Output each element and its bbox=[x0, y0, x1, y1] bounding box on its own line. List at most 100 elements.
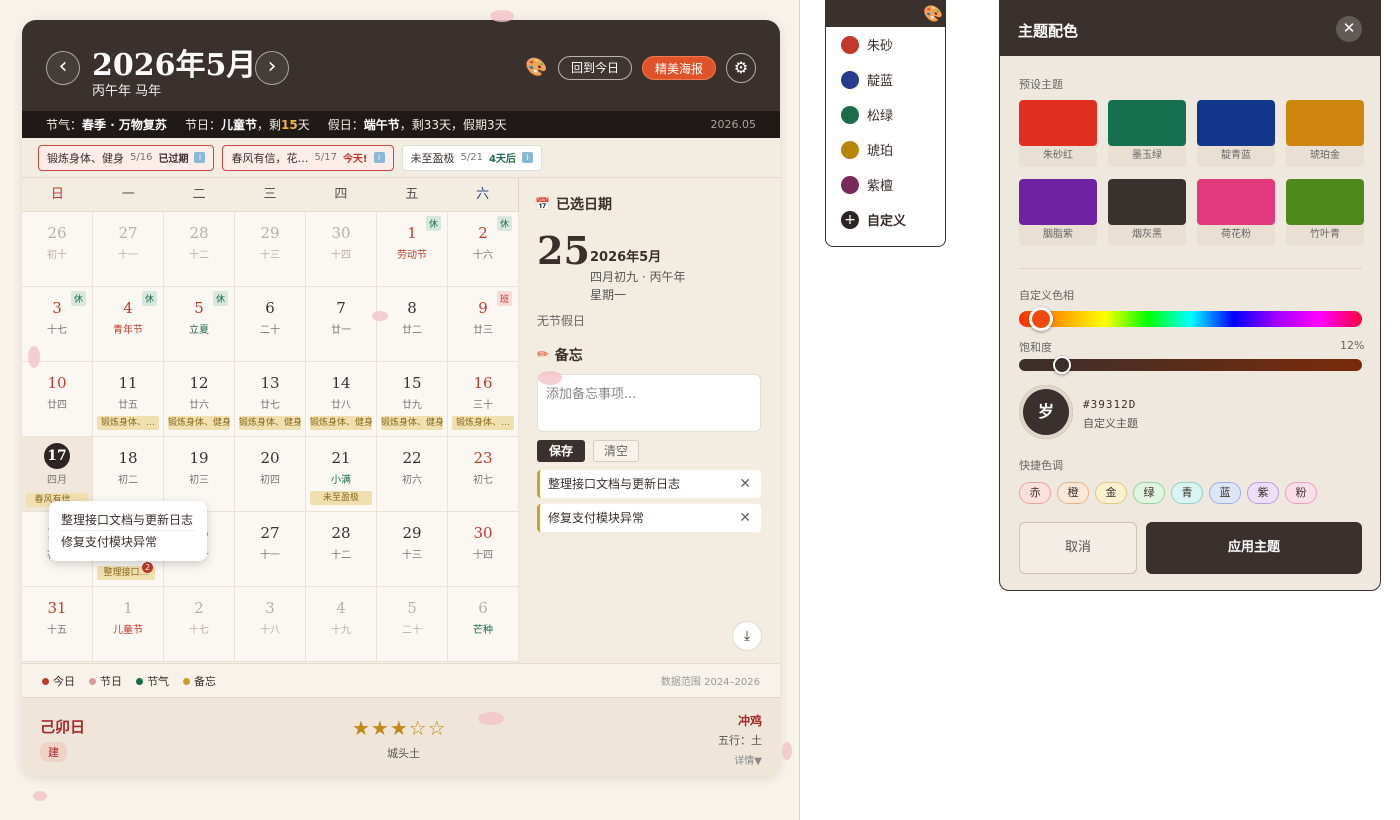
day-cell[interactable]: 13 廿七 锻炼身体、健身 bbox=[235, 362, 306, 437]
preset-swatch[interactable]: 琥珀金 bbox=[1286, 100, 1364, 167]
hue-slider-handle[interactable] bbox=[1029, 307, 1053, 331]
memo-chip[interactable]: 锻炼身体、健身 5/16 已过期 i bbox=[38, 144, 215, 171]
memo-item[interactable]: 整理接口文档与更新日志 ✕ bbox=[537, 470, 761, 498]
day-cell[interactable]: 3 十八 bbox=[235, 587, 306, 662]
prev-month-button[interactable]: ‹ bbox=[46, 51, 80, 85]
memo-tag[interactable]: 锻炼身体、健身 bbox=[239, 416, 301, 430]
memo-tag[interactable]: 锻炼身体、健身 bbox=[310, 416, 372, 430]
download-icon[interactable]: ⤓ bbox=[732, 621, 762, 651]
quick-tone-chip[interactable]: 紫 bbox=[1247, 482, 1279, 504]
save-button[interactable]: 保存 bbox=[537, 440, 585, 462]
back-to-today-button[interactable]: 回到今日 bbox=[558, 56, 632, 80]
memo-tag[interactable]: 锻炼身体、… bbox=[97, 416, 159, 430]
info-icon[interactable]: i bbox=[194, 152, 206, 163]
day-cell[interactable]: 6 二十 bbox=[235, 287, 306, 362]
preset-swatch[interactable]: 胭脂紫 bbox=[1019, 179, 1097, 246]
quick-tone-chip[interactable]: 绿 bbox=[1133, 482, 1165, 504]
day-cell[interactable]: 14 廿八 锻炼身体、健身 bbox=[306, 362, 377, 437]
popup-item[interactable]: 修复支付模块异常 bbox=[61, 531, 195, 553]
palette-icon[interactable]: 🎨 bbox=[525, 57, 547, 78]
day-cell[interactable]: 20 初四 bbox=[235, 437, 306, 512]
custom-theme-option[interactable]: + 自定义 bbox=[826, 202, 945, 237]
saturation-slider-handle[interactable] bbox=[1053, 356, 1071, 374]
day-cell[interactable]: 21 小满 未至盈极 bbox=[306, 437, 377, 512]
next-month-button[interactable]: › bbox=[255, 51, 289, 85]
preset-swatch[interactable]: 朱砂红 bbox=[1019, 100, 1097, 167]
day-cell[interactable]: 5 立夏休 bbox=[164, 287, 235, 362]
day-cell[interactable]: 2 十七 bbox=[164, 587, 235, 662]
day-cell[interactable]: 4 青年节休 bbox=[93, 287, 164, 362]
day-number: 16 bbox=[473, 374, 493, 392]
memo-tag[interactable]: 锻炼身体、健身 bbox=[381, 416, 443, 430]
quick-tone-chip[interactable]: 橙 bbox=[1057, 482, 1089, 504]
apply-theme-button[interactable]: 应用主题 bbox=[1146, 522, 1362, 574]
day-cell[interactable]: 11 廿五 锻炼身体、… bbox=[93, 362, 164, 437]
day-cell[interactable]: 22 初六 bbox=[377, 437, 448, 512]
day-cell[interactable]: 23 初七 bbox=[448, 437, 519, 512]
clear-button[interactable]: 清空 bbox=[593, 440, 639, 462]
memo-tag[interactable]: 整理接口… 2 bbox=[97, 562, 155, 580]
theme-option[interactable]: 松绿 bbox=[826, 97, 945, 132]
preset-swatch[interactable]: 荷花粉 bbox=[1197, 179, 1275, 246]
day-cell[interactable]: 7 廿一 bbox=[306, 287, 377, 362]
theme-option[interactable]: 紫檀 bbox=[826, 167, 945, 202]
day-cell[interactable]: 16 三十 锻炼身体、… bbox=[448, 362, 519, 437]
day-cell[interactable]: 29 十三 bbox=[235, 212, 306, 287]
day-cell[interactable]: 29 十三 bbox=[377, 512, 448, 587]
memo-item[interactable]: 修复支付模块异常 ✕ bbox=[537, 504, 761, 532]
day-cell[interactable]: 1 儿童节 bbox=[93, 587, 164, 662]
day-cell[interactable]: 31 十五 bbox=[22, 587, 93, 662]
day-cell[interactable]: 12 廿六 锻炼身体、健身 bbox=[164, 362, 235, 437]
day-cell[interactable]: 1 劳动节休 bbox=[377, 212, 448, 287]
quick-tone-chip[interactable]: 青 bbox=[1171, 482, 1203, 504]
theme-option[interactable]: 朱砂 bbox=[826, 27, 945, 62]
info-icon[interactable]: i bbox=[521, 152, 533, 163]
day-cell[interactable]: 15 廿九 锻炼身体、健身 bbox=[377, 362, 448, 437]
day-cell[interactable]: 26 初十 bbox=[22, 212, 93, 287]
memo-chip[interactable]: 未至盈极 5/21 4天后 i bbox=[401, 144, 542, 171]
palette-icon[interactable]: 🎨 bbox=[923, 4, 943, 23]
fest-text: 儿童节 bbox=[220, 118, 257, 132]
delete-icon[interactable]: ✕ bbox=[739, 470, 751, 498]
close-icon[interactable]: ✕ bbox=[1336, 16, 1362, 42]
preset-swatch[interactable]: 靛青蓝 bbox=[1197, 100, 1275, 167]
memo-tag[interactable]: 锻炼身体、健身 bbox=[168, 416, 230, 430]
theme-option[interactable]: 琥珀 bbox=[826, 132, 945, 167]
day-cell[interactable]: 28 十二 bbox=[164, 212, 235, 287]
day-cell[interactable]: 2 十六休 bbox=[448, 212, 519, 287]
preset-swatch[interactable]: 烟灰黑 bbox=[1108, 179, 1186, 246]
details-toggle[interactable]: 详情▼ bbox=[734, 752, 762, 767]
day-cell[interactable]: 4 十九 bbox=[306, 587, 377, 662]
settings-gear-icon[interactable]: ⚙ bbox=[726, 53, 756, 83]
day-cell[interactable]: 8 廿二 bbox=[377, 287, 448, 362]
memo-input[interactable]: 添加备忘事项... bbox=[537, 374, 761, 432]
day-cell[interactable]: 9 廿三班 bbox=[448, 287, 519, 362]
quick-tone-chip[interactable]: 粉 bbox=[1285, 482, 1317, 504]
quick-tone-chip[interactable]: 金 bbox=[1095, 482, 1127, 504]
preset-swatch[interactable]: 竹叶青 bbox=[1286, 179, 1364, 246]
lunar-label: 小满 bbox=[331, 475, 351, 486]
day-cell[interactable]: 27 十一 bbox=[235, 512, 306, 587]
quick-tone-chip[interactable]: 蓝 bbox=[1209, 482, 1241, 504]
quick-tone-chip[interactable]: 赤 bbox=[1019, 482, 1051, 504]
day-cell[interactable]: 27 十一 bbox=[93, 212, 164, 287]
memo-chip[interactable]: 春风有信，花… 5/17 今天! i bbox=[222, 144, 394, 171]
preset-swatch[interactable]: 墨玉绿 bbox=[1108, 100, 1186, 167]
day-cell[interactable]: 30 十四 bbox=[448, 512, 519, 587]
day-cell[interactable]: 6 芒种 bbox=[448, 587, 519, 662]
lunar-label: 廿四 bbox=[47, 400, 67, 411]
cancel-button[interactable]: 取消 bbox=[1019, 522, 1137, 574]
day-cell[interactable]: 10 廿四 bbox=[22, 362, 93, 437]
info-icon[interactable]: i bbox=[373, 152, 385, 163]
day-cell[interactable]: 5 二十 bbox=[377, 587, 448, 662]
theme-option[interactable]: 靛蓝 bbox=[826, 62, 945, 97]
day-cell[interactable]: 30 十四 bbox=[306, 212, 377, 287]
memo-tag[interactable]: 未至盈极 bbox=[310, 491, 372, 505]
hue-slider[interactable] bbox=[1019, 311, 1362, 327]
poster-button[interactable]: 精美海报 bbox=[642, 56, 716, 80]
delete-icon[interactable]: ✕ bbox=[739, 504, 751, 532]
hol-label: 假日： bbox=[327, 118, 364, 132]
day-cell[interactable]: 28 十二 bbox=[306, 512, 377, 587]
popup-item[interactable]: 整理接口文档与更新日志 bbox=[61, 509, 195, 531]
memo-tag[interactable]: 锻炼身体、… bbox=[452, 416, 514, 430]
